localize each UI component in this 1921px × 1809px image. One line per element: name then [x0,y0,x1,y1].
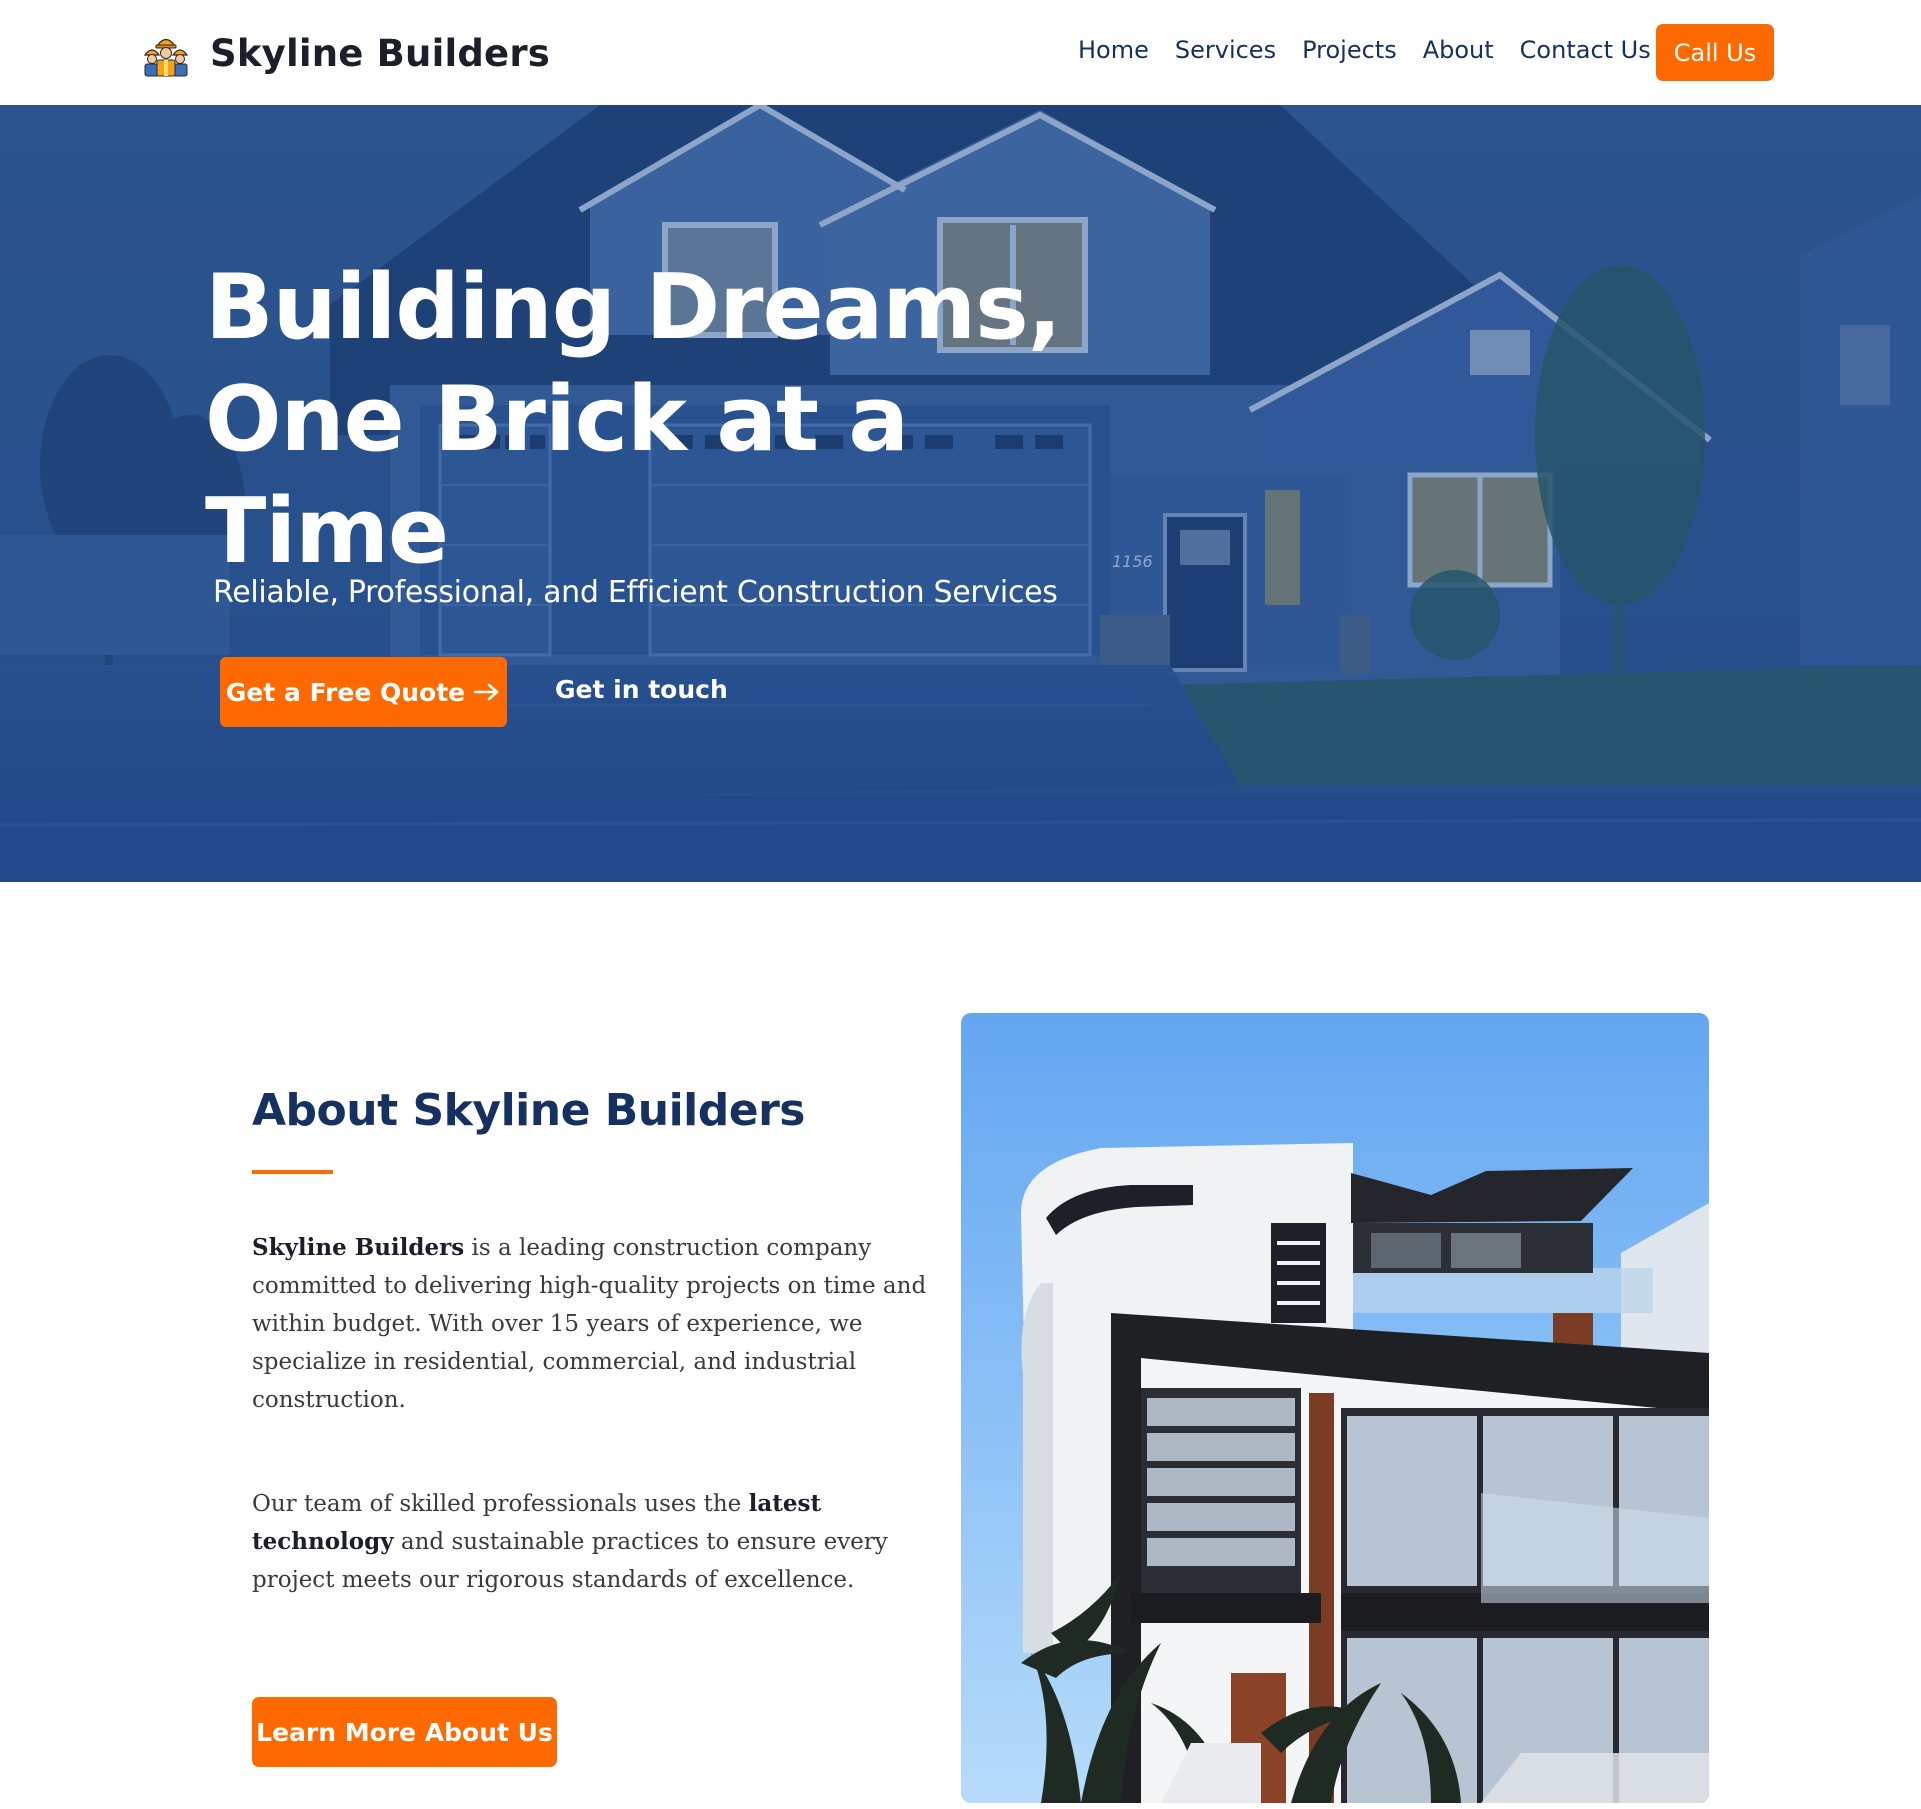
quote-button-label: Get a Free Quote [225,677,466,707]
brand-name: Skyline Builders [210,31,551,75]
nav-services[interactable]: Services [1175,36,1276,64]
about-paragraph-1: Skyline Builders is a leading constructi… [252,1229,932,1419]
about-paragraph-2: Our team of skilled professionals uses t… [252,1485,932,1599]
about-title: About Skyline Builders [252,1085,806,1136]
modern-building-image [961,1013,1709,1803]
nav-projects[interactable]: Projects [1302,36,1397,64]
learn-more-button[interactable]: Learn More About Us [252,1697,557,1767]
nav-home[interactable]: Home [1078,36,1149,64]
title-divider [252,1170,333,1174]
brand[interactable]: Skyline Builders [142,24,550,82]
hero-subtitle: Reliable, Professional, and Efficient Co… [213,575,1058,610]
arrow-right-icon [473,683,499,701]
about-paragraph-1-text: is a leading construction company commit… [252,1235,927,1413]
site-header: Skyline Builders Home Services Projects … [0,0,1921,105]
get-free-quote-button[interactable]: Get a Free Quote [220,657,507,727]
nav-about[interactable]: About [1423,36,1494,64]
call-us-button[interactable]: Call Us [1656,24,1774,81]
construction-workers-icon [143,38,189,77]
main-nav: Home Services Projects About Contact Us [1078,36,1651,64]
nav-contact-us[interactable]: Contact Us [1520,36,1651,64]
company-name-bold: Skyline Builders [252,1234,465,1261]
get-in-touch-link[interactable]: Get in touch [555,675,728,704]
hero-section: 1156 Building Dreams, One Brick at a Tim… [0,105,1921,882]
hero-title: Building Dreams, One Brick at a Time [205,255,1062,584]
about-paragraph-2-start: Our team of skilled professionals uses t… [252,1491,749,1517]
